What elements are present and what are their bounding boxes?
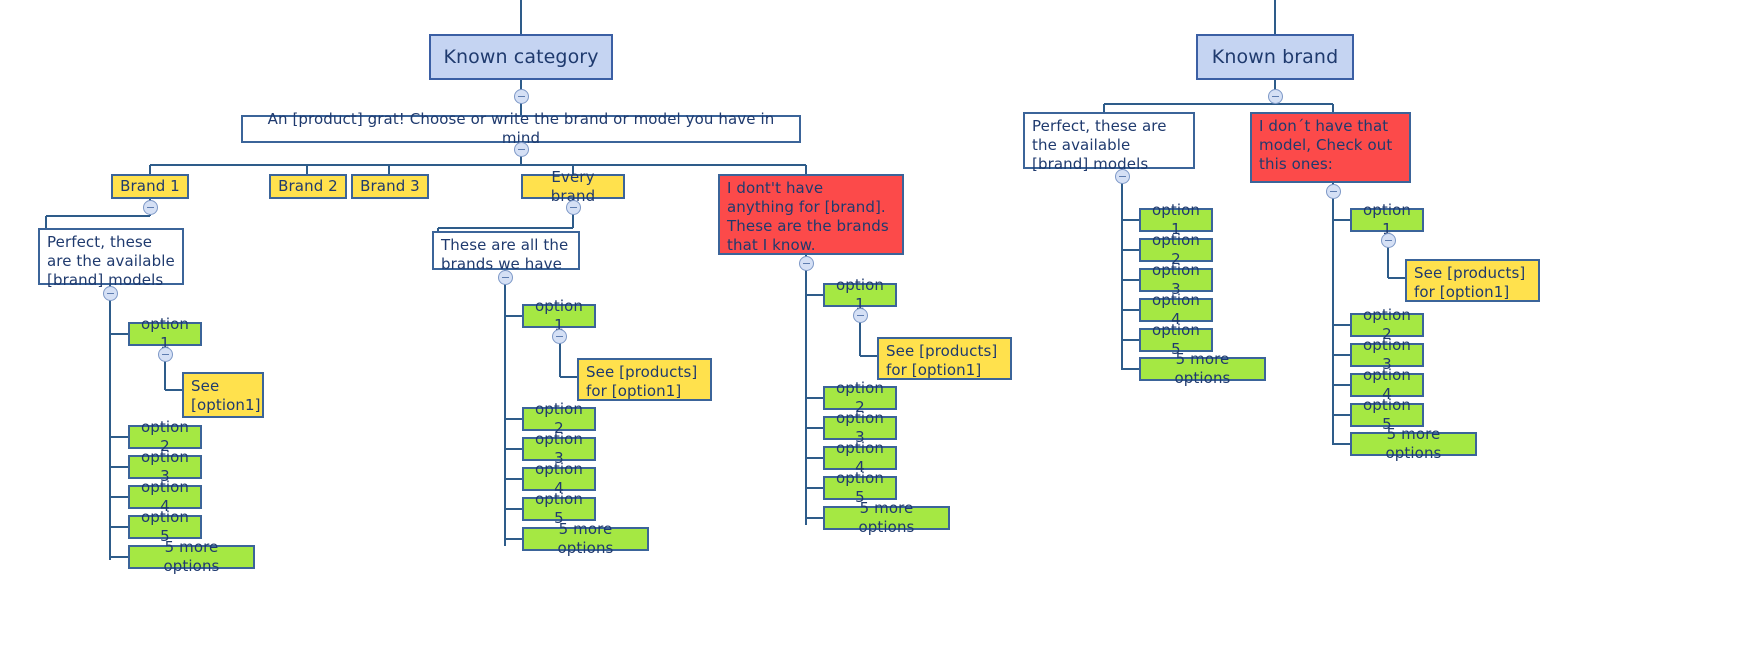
node-perfect-available-models-left[interactable]: Perfect, these are the available [brand]… (38, 228, 184, 289)
node-option-5-known-brand-red[interactable]: option 5 (1350, 396, 1424, 433)
node-label: I dont't have anything for [brand]. Thes… (727, 179, 889, 254)
node-perfect-available-models-right[interactable]: Perfect, these are the available [brand]… (1023, 112, 1195, 173)
node-label: See [products] for [option1] (1414, 264, 1526, 301)
node-option-3-known-brand-red[interactable]: option 3 (1350, 336, 1424, 373)
node-option-1-known-brand-red[interactable]: option 1 (1350, 201, 1424, 238)
node-label: 5 more options (163, 538, 220, 575)
collapse-toggle-perfect-left[interactable] (103, 286, 118, 301)
collapse-toggle-option-1-brand1[interactable] (158, 347, 173, 362)
collapse-toggle-option-1-known-brand-red[interactable] (1381, 233, 1396, 248)
node-see-products-option1-every-brand[interactable]: See [products] for [option1] (577, 358, 712, 401)
node-option-3-no-brand[interactable]: option 3 (823, 409, 897, 446)
node-known-brand[interactable]: Known brand (1196, 34, 1354, 80)
node-option-1-known-brand-perfect[interactable]: option 1 (1139, 201, 1213, 238)
connector-lines (45, 0, 1405, 560)
node-every-brand[interactable]: Every brand (521, 168, 625, 205)
node-option-4-known-brand-perfect[interactable]: option 4 (1139, 291, 1213, 328)
node-no-model-message[interactable]: I don´t have that model, Check out this … (1250, 112, 1411, 183)
node-more-options-known-brand-perfect[interactable]: 5 more options (1139, 350, 1266, 387)
node-brand-2[interactable]: Brand 2 (269, 174, 347, 199)
node-label: 5 more options (1174, 350, 1231, 387)
node-label: Brand 3 (360, 177, 420, 195)
node-option-3-brand1[interactable]: option 3 (128, 448, 202, 485)
node-no-brand-message[interactable]: I dont't have anything for [brand]. Thes… (718, 174, 904, 255)
node-option-5-brand1[interactable]: option 5 (128, 508, 202, 545)
node-option-2-known-brand-perfect[interactable]: option 2 (1139, 231, 1213, 268)
node-option-1-no-brand[interactable]: option 1 (823, 276, 897, 313)
node-label: 5 more options (557, 520, 614, 557)
node-more-options-known-brand-red[interactable]: 5 more options (1350, 425, 1477, 462)
node-label: Brand 1 (120, 177, 180, 195)
node-option-3-every-brand[interactable]: option 3 (522, 430, 596, 467)
node-label: Brand 2 (278, 177, 338, 195)
node-more-options-no-brand[interactable]: 5 more options (823, 499, 950, 536)
collapse-toggle-no-model[interactable] (1326, 184, 1341, 199)
node-label: Perfect, these are the available [brand]… (1032, 117, 1167, 173)
node-brand-3[interactable]: Brand 3 (351, 174, 429, 199)
node-label: Known category (443, 45, 599, 68)
node-label: These are all the brands we have (441, 236, 569, 273)
node-option-5-no-brand[interactable]: option 5 (823, 469, 897, 506)
collapse-toggle-option-1-no-brand[interactable] (853, 308, 868, 323)
node-option-4-known-brand-red[interactable]: option 4 (1350, 366, 1424, 403)
node-option-4-no-brand[interactable]: option 4 (823, 439, 897, 476)
node-option-3-known-brand-perfect[interactable]: option 3 (1139, 261, 1213, 298)
node-more-options-every-brand[interactable]: 5 more options (522, 520, 649, 557)
node-label: 5 more options (1385, 425, 1442, 462)
collapse-toggle-option-1-every-brand[interactable] (552, 329, 567, 344)
node-see-products-option1-known-brand[interactable]: See [products] for [option1] (1405, 259, 1540, 302)
node-see-option1-brand1[interactable]: See [option1] (182, 372, 264, 418)
collapse-toggle-brand-1[interactable] (143, 200, 158, 215)
node-all-brands-message[interactable]: These are all the brands we have (432, 231, 580, 273)
node-label: See [products] for [option1] (886, 342, 998, 379)
node-label: Perfect, these are the available [brand]… (47, 233, 175, 289)
collapse-toggle-all-brands[interactable] (498, 270, 513, 285)
collapse-toggle-every-brand[interactable] (566, 200, 581, 215)
collapse-toggle-known-brand[interactable] (1268, 89, 1283, 104)
node-option-2-no-brand[interactable]: option 2 (823, 379, 897, 416)
node-option-1-every-brand[interactable]: option 1 (522, 297, 596, 334)
node-more-options-brand1[interactable]: 5 more options (128, 538, 255, 575)
node-brand-1[interactable]: Brand 1 (111, 174, 189, 199)
node-known-category[interactable]: Known category (429, 34, 613, 80)
node-option-2-known-brand-red[interactable]: option 2 (1350, 306, 1424, 343)
node-label: I don´t have that model, Check out this … (1259, 117, 1393, 173)
node-option-5-known-brand-perfect[interactable]: option 5 (1139, 321, 1213, 358)
diagram-canvas: Known category An [product] grat! Choose… (0, 0, 1742, 654)
node-label: 5 more options (858, 499, 915, 536)
collapse-toggle-no-brand[interactable] (799, 256, 814, 271)
node-label: See [option1] (191, 377, 261, 414)
collapse-toggle-perfect-right[interactable] (1115, 169, 1130, 184)
node-label: Known brand (1211, 45, 1339, 68)
node-option-2-brand1[interactable]: option 2 (128, 418, 202, 455)
node-option-4-every-brand[interactable]: option 4 (522, 460, 596, 497)
node-label: See [products] for [option1] (586, 363, 698, 400)
collapse-toggle-known-category[interactable] (514, 89, 529, 104)
collapse-toggle-prompt[interactable] (514, 142, 529, 157)
node-option-5-every-brand[interactable]: option 5 (522, 490, 596, 527)
node-option-1-brand1[interactable]: option 1 (128, 315, 202, 352)
node-see-products-option1-no-brand[interactable]: See [products] for [option1] (877, 337, 1012, 380)
node-option-2-every-brand[interactable]: option 2 (522, 400, 596, 437)
node-option-4-brand1[interactable]: option 4 (128, 478, 202, 515)
node-prompt-choose-brand[interactable]: An [product] grat! Choose or write the b… (241, 110, 801, 147)
